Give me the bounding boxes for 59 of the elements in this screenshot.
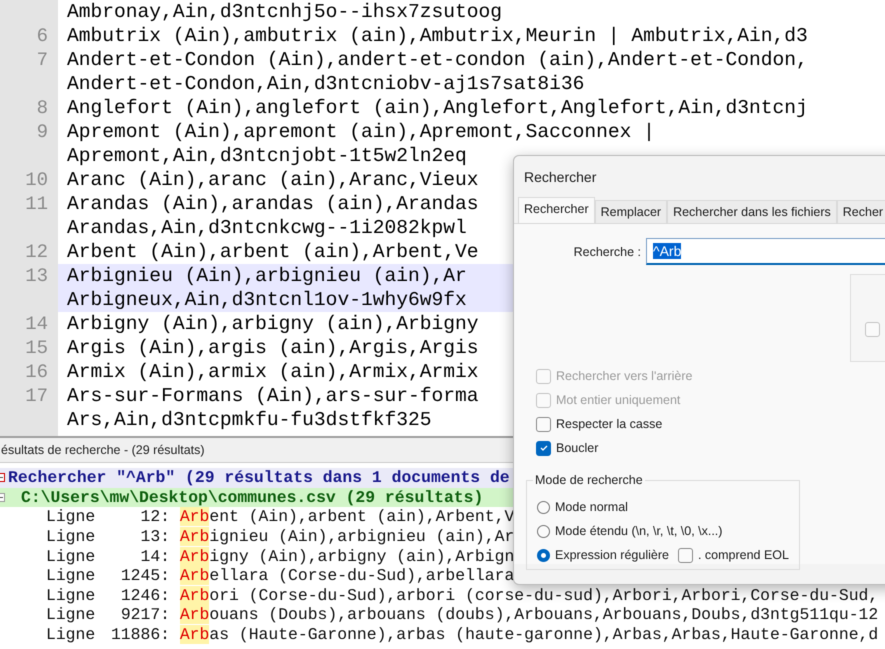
code-line: Aranc (Ain),aranc (ain),Aranc,Vieux (66, 169, 479, 191)
line-number: 15 (25, 337, 48, 359)
code-line: Arbent (Ain),arbent (ain),Arbent,Ve (66, 241, 479, 263)
line-number: 13 (25, 265, 48, 287)
option-label: Respecter la casse (556, 417, 662, 431)
code-line: Apremont,Ain,d3ntcnjobt-1t5w2ln2eq (66, 145, 467, 167)
search-result-line[interactable]: Ligne 13: Arbignieu (Ain),arbignieu (ain),Ar (46, 527, 514, 546)
option-label: Rechercher vers l'arrière (556, 369, 692, 383)
search-result-line[interactable]: Ligne 11886: Arbas (Haute-Garonne),arbas (haute-garonne),Arbas,Arbas,Haute-Garonne,d (46, 625, 878, 644)
checkbox[interactable] (678, 548, 693, 562)
checkbox[interactable] (536, 416, 551, 432)
code-line: Andert-et-Condon (Ain),andert-et-condon (ain),Andert-et-Condon, (66, 49, 808, 71)
code-line: Ambronay,Ain,d3ntcnhj5o--ihsx7zsutoog (66, 1, 502, 23)
line-number: 17 (25, 385, 48, 407)
line-number: 10 (25, 169, 48, 191)
code-line: Apremont (Ain),apremont (ain),Apremont,Sacconnex | (66, 121, 655, 143)
tab[interactable]: Rechercher dans les fichiers (667, 200, 837, 223)
radio-button[interactable] (537, 524, 550, 538)
option-label: . comprend EOL (698, 548, 789, 562)
line-number: 6 (36, 25, 48, 47)
code-line: Arandas (Ain),arandas (ain),Arandas (66, 193, 479, 215)
code-line: Andert-et-Condon,Ain,d3ntcniobv-aj1s7sat8i36 (66, 73, 584, 95)
code-line: Argis (Ain),argis (ain),Argis,Argis (66, 337, 479, 359)
option-label: Mode étendu (\n, \r, \t, \0, \x...) (555, 524, 722, 538)
option-label: Expression régulière (555, 548, 669, 562)
option-label: Boucler (556, 441, 598, 455)
search-label: Recherche : (572, 244, 642, 258)
line-number: 11 (25, 193, 48, 215)
search-summary[interactable]: Rechercher "^Arb" (29 résultats dans 1 documents de (8, 468, 510, 488)
code-line: Ambutrix (Ain),ambutrix (ain),Ambutrix,Meurin | Ambutrix,Ain,d3 (66, 25, 808, 47)
line-number: 9 (36, 121, 48, 143)
tab[interactable]: Remplacer (594, 200, 668, 223)
code-line: Ars,Ain,d3ntcpmkfu-fu3dstfkf325 (66, 409, 432, 431)
search-field[interactable]: ^Arb (646, 238, 885, 265)
option-label: Mot entier uniquement (556, 393, 680, 407)
dialog-title: Rechercher (523, 168, 598, 187)
search-result-line[interactable]: Ligne 1246: Arbori (Corse-du-Sud),arbori (corse-du-sud),Arbori,Arbori,Corse-du-Sud, (46, 586, 878, 605)
search-result-line[interactable]: Ligne 9217: Arbouans (Doubs),arbouans (doubs),Arbouans,Arbouans,Doubs,d3ntg511qu-12 (46, 605, 878, 624)
search-result-line[interactable]: Ligne 1245: Arbellara (Corse-du-Sud),arbellara (46, 566, 514, 586)
search-result-line[interactable]: Ligne 12: Arbent (Ain),arbent (ain),Arbent,V (46, 507, 514, 526)
radio-button[interactable] (537, 500, 550, 514)
code-line: Armix (Ain),armix (ain),Armix,Armix (66, 361, 479, 383)
line-number: 8 (36, 97, 48, 119)
group-title: Mode de recherche (533, 473, 645, 487)
checkbox[interactable] (536, 440, 551, 456)
line-number: 16 (25, 361, 48, 383)
code-line: Ars-sur-Formans (Ain),ars-sur-forma (66, 385, 479, 407)
line-number: 7 (36, 49, 48, 71)
tab[interactable]: Rechercher (518, 197, 595, 223)
tab[interactable]: Recher (836, 200, 885, 223)
radio-button[interactable] (537, 548, 550, 562)
option-label: Mode normal (555, 500, 628, 514)
code-line: Arandas,Ain,d3ntcnkcwg--1i2082kpwl (66, 217, 467, 239)
check-icon (538, 443, 548, 453)
search-result-line[interactable]: Ligne 14: Arbigny (Ain),arbigny (ain),Arbign (46, 546, 514, 566)
code-line: Anglefort (Ain),anglefort (ain),Anglefort,Anglefort,Ain,d3ntcnj (66, 97, 808, 119)
line-number: 12 (25, 241, 48, 263)
code-line: Arbigny (Ain),arbigny (ain),Arbigny (66, 313, 479, 335)
line-number: 14 (25, 313, 48, 335)
